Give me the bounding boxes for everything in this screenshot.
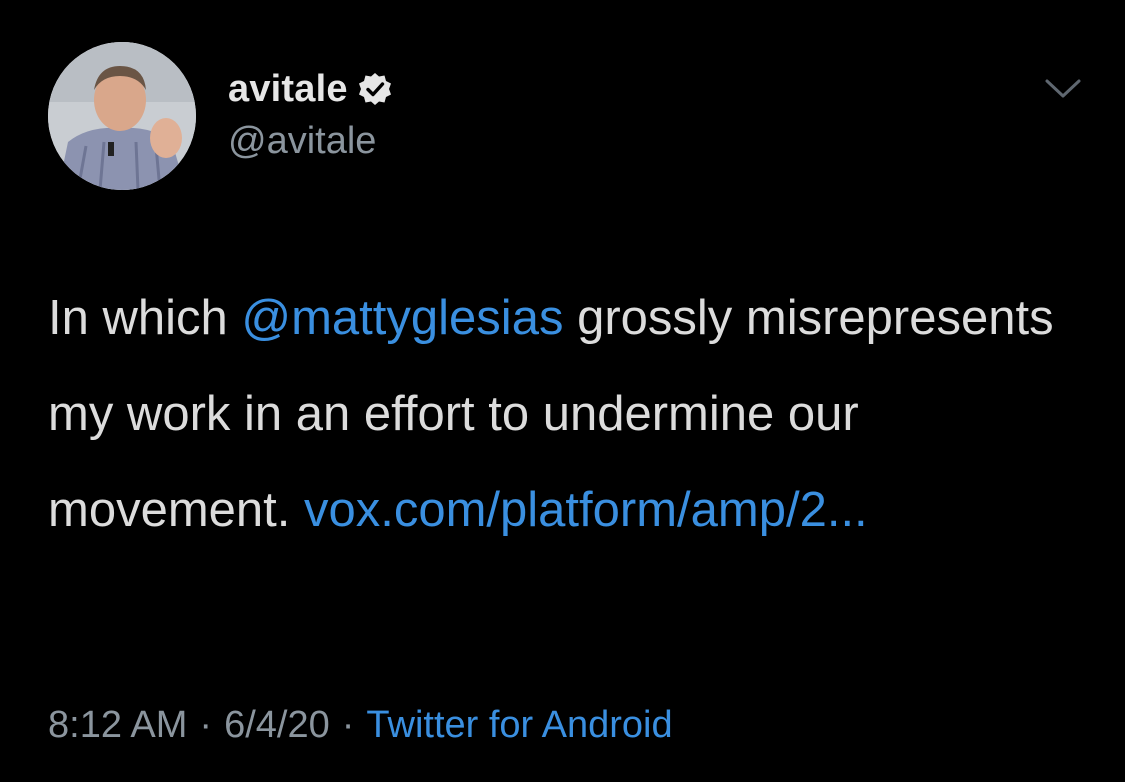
tweet-date[interactable]: 6/4/20 [224, 704, 330, 746]
meta-separator: · [341, 704, 355, 746]
chevron-down-icon[interactable] [1044, 76, 1082, 102]
avatar-image [48, 42, 196, 190]
verified-badge-icon [358, 72, 392, 106]
tweet-time: 8:12 AM [48, 704, 188, 746]
mention-link[interactable]: @mattyglesias [241, 291, 563, 345]
url-link[interactable]: vox.com/platform/amp/2... [304, 483, 868, 537]
author-handle[interactable]: @avitale [228, 120, 376, 163]
avatar[interactable] [48, 42, 196, 190]
display-name[interactable]: avitale [228, 68, 348, 111]
tweet-metadata: 8:12 AM · 6/4/20 · Twitter for Android [48, 704, 673, 747]
tweet-source-link[interactable]: Twitter for Android [366, 704, 672, 746]
tweet-text: In which @mattyglesias grossly misrepres… [48, 270, 1088, 558]
author-name-row[interactable]: avitale [228, 66, 392, 112]
tweet-card: avitale @avitale In which @mattyglesias … [0, 0, 1125, 782]
tweet-text-before: In which [48, 291, 242, 345]
meta-separator: · [199, 704, 213, 746]
